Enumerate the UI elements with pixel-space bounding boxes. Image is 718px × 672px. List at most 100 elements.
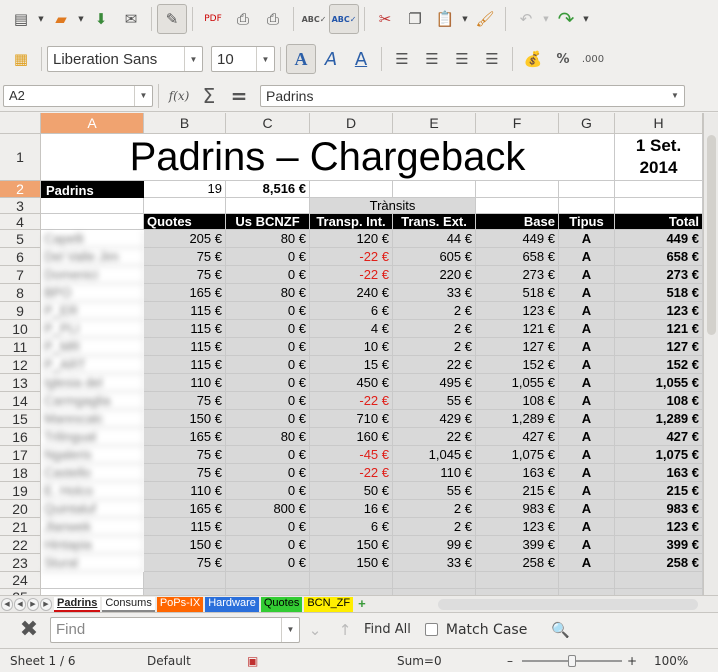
data-cell[interactable]: 22 € xyxy=(393,428,476,446)
empty-cell[interactable] xyxy=(144,572,226,589)
data-cell[interactable]: 449 € xyxy=(615,230,703,248)
row-header-14[interactable]: 14 xyxy=(0,392,41,410)
data-cell[interactable]: 215 € xyxy=(615,482,703,500)
spreadsheet-grid[interactable]: A B C D E F G H 1 2 3 4 5 6 7 8 9 10 11 12 13 14 15 16 17 18 19 20 2… xyxy=(0,113,718,595)
empty-cell[interactable] xyxy=(310,181,393,198)
currency-icon[interactable]: 💰 xyxy=(518,44,548,74)
zoom-slider[interactable] xyxy=(522,654,622,667)
data-cell[interactable]: 16 € xyxy=(310,500,393,518)
formula-input[interactable]: Padrins ▼ xyxy=(260,84,685,107)
data-cell[interactable]: 658 € xyxy=(476,248,559,266)
data-cell[interactable]: 163 € xyxy=(615,464,703,482)
data-cell[interactable]: 123 € xyxy=(615,302,703,320)
clone-format-icon[interactable]: 🖌 xyxy=(470,4,500,34)
data-cell[interactable]: 0 € xyxy=(226,302,310,320)
sheet-title[interactable]: Padrins – Chargeback xyxy=(41,134,615,181)
data-cell[interactable]: 165 € xyxy=(144,500,226,518)
cell-a2[interactable]: Padrins xyxy=(41,181,144,198)
data-cell[interactable]: 80 € xyxy=(226,284,310,302)
name-box[interactable]: A2 ▼ xyxy=(3,84,153,107)
empty-cell[interactable] xyxy=(476,198,559,214)
font-name-combo[interactable]: Liberation Sans ▼ xyxy=(47,46,203,72)
data-cell[interactable]: 0 € xyxy=(226,464,310,482)
column-title[interactable]: Base xyxy=(476,214,559,230)
data-cell[interactable]: 450 € xyxy=(310,374,393,392)
underline-icon[interactable]: A xyxy=(346,44,376,74)
empty-cell[interactable] xyxy=(615,572,703,589)
data-cell[interactable]: 205 € xyxy=(144,230,226,248)
data-cell[interactable]: 2 € xyxy=(393,338,476,356)
data-cell[interactable]: 427 € xyxy=(476,428,559,446)
data-cell[interactable]: 1,289 € xyxy=(476,410,559,428)
data-cell[interactable]: 0 € xyxy=(226,482,310,500)
row-header-11[interactable]: 11 xyxy=(0,338,41,356)
column-title[interactable]: Transp. Int. xyxy=(310,214,393,230)
print-icon[interactable]: ⎙ xyxy=(228,4,258,34)
name-cell[interactable]: Trilingual xyxy=(41,428,144,446)
data-cell[interactable]: 115 € xyxy=(144,338,226,356)
data-cell[interactable]: 449 € xyxy=(476,230,559,248)
data-cell[interactable]: 399 € xyxy=(615,536,703,554)
row-header-6[interactable]: 6 xyxy=(0,248,41,266)
sum-icon[interactable]: Σ xyxy=(194,81,224,111)
data-cell[interactable]: A xyxy=(559,248,615,266)
chevron-down-icon[interactable]: ▼ xyxy=(281,617,299,642)
transits-label[interactable]: Trànsits xyxy=(310,198,476,214)
data-cell[interactable]: A xyxy=(559,464,615,482)
data-cell[interactable]: 55 € xyxy=(393,392,476,410)
data-cell[interactable]: A xyxy=(559,446,615,464)
align-left-icon[interactable]: ☰ xyxy=(387,44,417,74)
data-cell[interactable]: 75 € xyxy=(144,446,226,464)
data-cell[interactable]: 2 € xyxy=(393,518,476,536)
data-cell[interactable]: 108 € xyxy=(476,392,559,410)
paste-dropdown-arrow[interactable]: ▼ xyxy=(460,15,470,23)
data-cell[interactable]: 1,055 € xyxy=(476,374,559,392)
row-header-7[interactable]: 7 xyxy=(0,266,41,284)
data-cell[interactable]: 22 € xyxy=(393,356,476,374)
styles-icon[interactable]: ▦ xyxy=(6,44,36,74)
data-cell[interactable]: 150 € xyxy=(310,554,393,572)
data-cell[interactable]: 0 € xyxy=(226,554,310,572)
data-cell[interactable]: 220 € xyxy=(393,266,476,284)
row-header-4[interactable]: 4 xyxy=(0,214,41,230)
data-cell[interactable]: 150 € xyxy=(144,536,226,554)
function-equals-icon[interactable]: = xyxy=(224,81,254,111)
column-header-c[interactable]: C xyxy=(226,113,310,134)
data-cell[interactable]: 2 € xyxy=(393,500,476,518)
row-header-10[interactable]: 10 xyxy=(0,320,41,338)
row-header-17[interactable]: 17 xyxy=(0,446,41,464)
data-cell[interactable]: 0 € xyxy=(226,356,310,374)
column-title[interactable]: Us BCNZF xyxy=(226,214,310,230)
empty-cell[interactable] xyxy=(476,572,559,589)
data-cell[interactable]: 800 € xyxy=(226,500,310,518)
data-cell[interactable]: 123 € xyxy=(615,518,703,536)
sheet-tab-pops-ix[interactable]: PoPs-IX xyxy=(156,596,204,612)
data-cell[interactable]: -45 € xyxy=(310,446,393,464)
name-cell[interactable]: Quintaluf xyxy=(41,500,144,518)
data-cell[interactable]: 75 € xyxy=(144,392,226,410)
match-case-checkbox[interactable] xyxy=(424,623,438,636)
data-cell[interactable]: 6 € xyxy=(310,518,393,536)
add-sheet-icon[interactable]: + xyxy=(355,596,369,612)
empty-cell[interactable] xyxy=(226,572,310,589)
data-cell[interactable]: 273 € xyxy=(476,266,559,284)
name-cell[interactable]: Ngaleris xyxy=(41,446,144,464)
data-cell[interactable]: 1,045 € xyxy=(393,446,476,464)
chevron-down-icon[interactable]: ▼ xyxy=(134,85,152,106)
data-cell[interactable]: 99 € xyxy=(393,536,476,554)
italic-icon[interactable]: A xyxy=(316,44,346,74)
sheet-tab-padrins[interactable]: Padrins xyxy=(54,596,101,612)
data-cell[interactable]: 215 € xyxy=(476,482,559,500)
data-cell[interactable]: 108 € xyxy=(615,392,703,410)
redo-dropdown-arrow[interactable]: ▼ xyxy=(581,15,591,23)
data-cell[interactable]: 658 € xyxy=(615,248,703,266)
data-cell[interactable]: 152 € xyxy=(615,356,703,374)
data-cell[interactable]: A xyxy=(559,284,615,302)
empty-cell[interactable] xyxy=(393,572,476,589)
data-cell[interactable]: 0 € xyxy=(226,338,310,356)
data-cell[interactable]: A xyxy=(559,518,615,536)
column-title[interactable]: Quotes xyxy=(144,214,226,230)
data-cell[interactable]: 518 € xyxy=(476,284,559,302)
column-header-a[interactable]: A xyxy=(41,113,144,134)
row-header-1[interactable]: 1 xyxy=(0,134,41,181)
